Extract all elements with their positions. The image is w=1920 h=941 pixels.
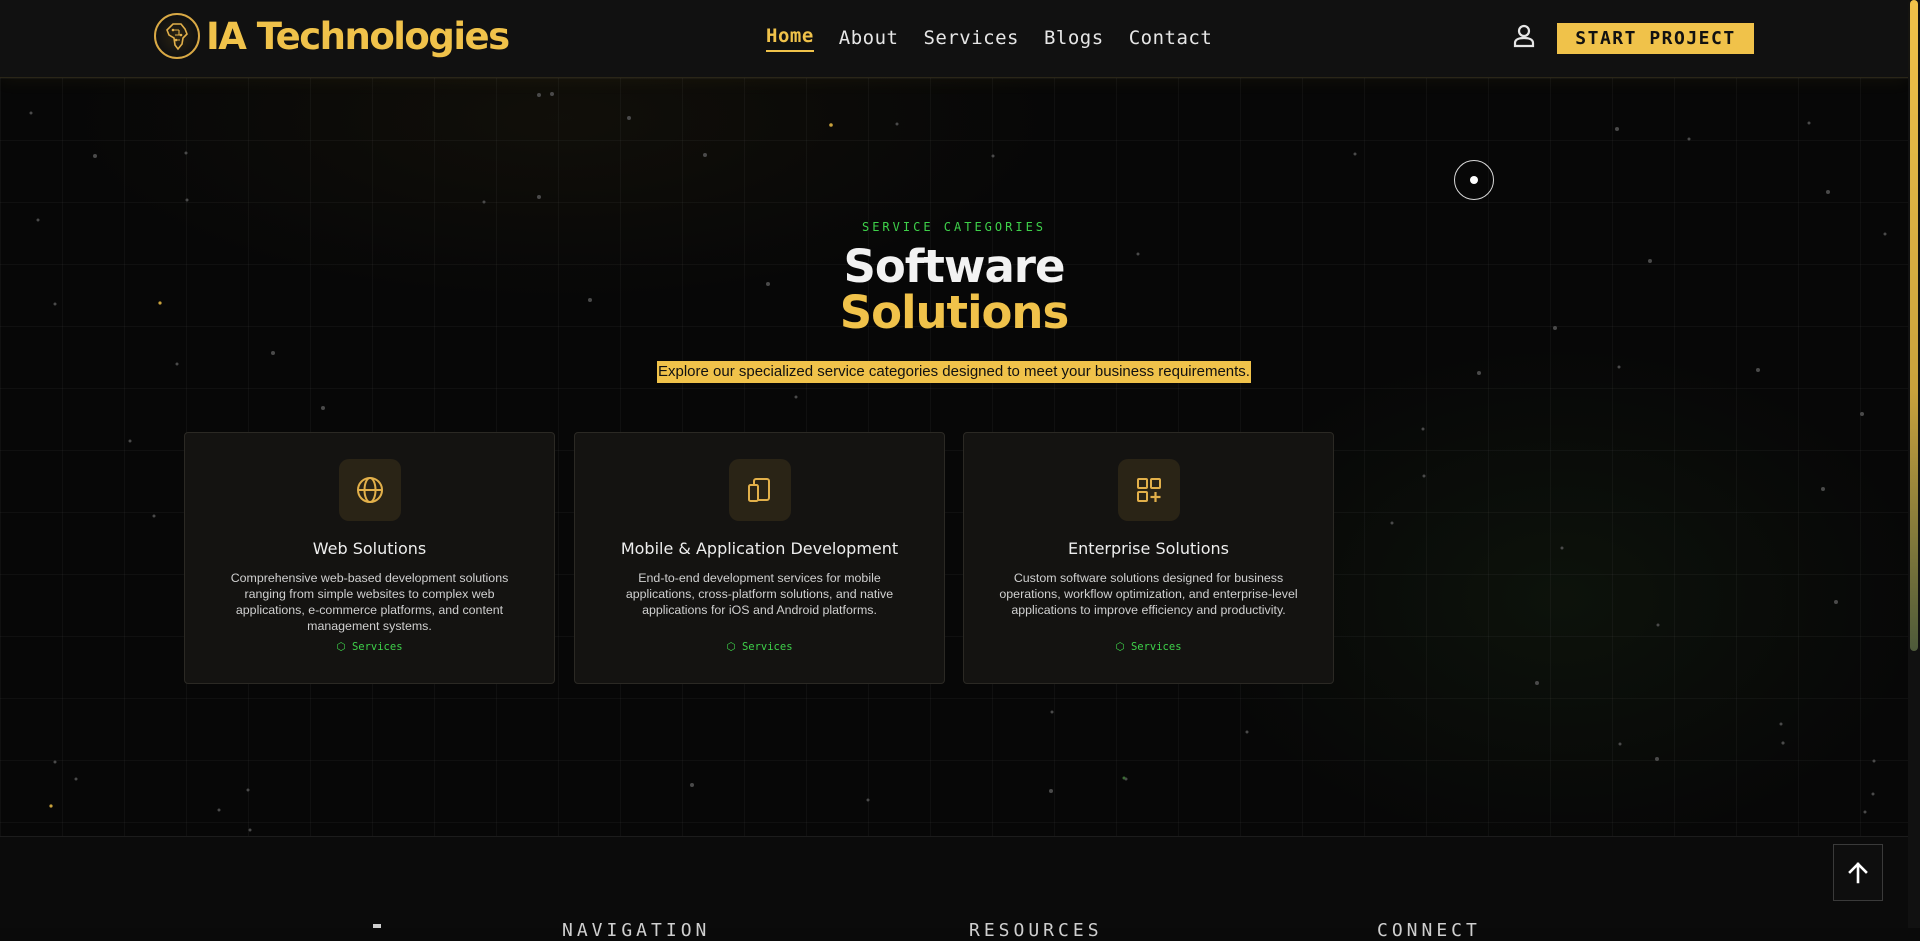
card-tag-label: Services <box>1130 641 1182 653</box>
cube-icon: ⬡ <box>336 641 346 653</box>
footer-logo-fragment <box>373 924 381 928</box>
section-subtitle-wrap: Explore our specialized service categori… <box>0 361 1908 383</box>
devices-icon <box>729 459 791 521</box>
section-title: Software Solutions <box>0 244 1908 336</box>
card-title: Web Solutions <box>312 539 427 558</box>
card-tag[interactable]: ⬡ Services <box>185 641 554 653</box>
service-card-web-solutions[interactable]: Web Solutions Comprehensive web-based de… <box>184 432 555 684</box>
arrow-up-icon <box>1848 861 1868 883</box>
footer-heading-resources: RESOURCES <box>969 920 1103 941</box>
section-title-line1: Software <box>843 240 1065 293</box>
floating-cursor-indicator <box>1454 160 1494 200</box>
card-title: Enterprise Solutions <box>1068 539 1229 558</box>
africa-circuit-logo-icon <box>154 13 200 59</box>
footer-heading-navigation: NAVIGATION <box>562 920 711 941</box>
start-project-button[interactable]: START PROJECT <box>1557 23 1754 54</box>
section-title-line2: Solutions <box>839 286 1069 339</box>
footer-heading-connect: CONNECT <box>1377 920 1481 941</box>
nav-link-contact[interactable]: Contact <box>1129 24 1213 52</box>
back-to-top-button[interactable] <box>1833 844 1883 901</box>
card-description: Custom software solutions designed for b… <box>999 571 1298 617</box>
card-description: Comprehensive web-based development solu… <box>230 571 509 633</box>
nav-link-about[interactable]: About <box>839 24 899 52</box>
card-title: Mobile & Application Development <box>620 539 899 558</box>
card-tag[interactable]: ⬡ Services <box>964 641 1333 653</box>
main-nav: Home About Services Blogs Contact <box>766 24 1212 52</box>
card-tag-label: Services <box>741 641 793 653</box>
service-card-mobile-app-development[interactable]: Mobile & Application Development End-to-… <box>574 432 945 684</box>
nav-link-services[interactable]: Services <box>923 24 1019 52</box>
globe-icon <box>339 459 401 521</box>
brand-logo[interactable]: IA Technologies <box>154 13 510 59</box>
nav-link-home[interactable]: Home <box>766 24 814 52</box>
nav-link-blogs[interactable]: Blogs <box>1044 24 1104 52</box>
card-description: End-to-end development services for mobi… <box>625 571 894 617</box>
service-card-enterprise-solutions[interactable]: Enterprise Solutions Custom software sol… <box>963 432 1334 684</box>
apps-add-icon <box>1118 459 1180 521</box>
card-tag[interactable]: ⬡ Services <box>575 641 944 653</box>
site-footer: NAVIGATION RESOURCES CONNECT <box>0 837 1908 941</box>
section-subtitle: Explore our specialized service categori… <box>657 361 1251 383</box>
brand-name: IA Technologies <box>206 14 510 58</box>
top-navbar: IA Technologies Home About Services Blog… <box>0 0 1908 78</box>
section-eyebrow: SERVICE CATEGORIES <box>861 220 1047 234</box>
cube-icon: ⬡ <box>1115 641 1125 653</box>
card-tag-label: Services <box>351 641 403 653</box>
cube-icon: ⬡ <box>726 641 736 653</box>
user-icon[interactable] <box>1510 22 1538 50</box>
page-scrollbar-thumb[interactable] <box>1910 0 1918 651</box>
